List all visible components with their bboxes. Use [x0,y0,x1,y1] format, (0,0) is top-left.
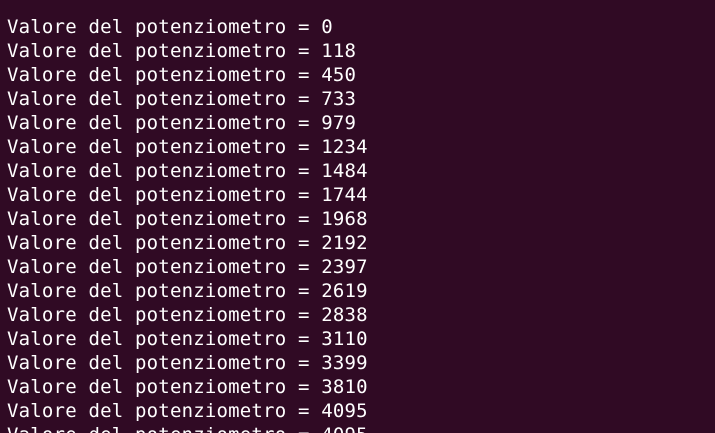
terminal-line: Valore del potenziometro = 1234 [7,136,368,158]
terminal-line: Valore del potenziometro = 1484 [7,160,368,182]
terminal-line: Valore del potenziometro = 733 [7,88,357,110]
terminal-line: Valore del potenziometro = 4095 [7,400,368,422]
terminal-line: Valore del potenziometro = 3399 [7,352,368,374]
terminal-line: Valore del potenziometro = 0 [7,16,333,38]
terminal-line-cutoff [7,0,715,15]
terminal-line: Valore del potenziometro = 3110 [7,328,368,350]
terminal-line: Valore del potenziometro = 2397 [7,256,368,278]
terminal-line: Valore del potenziometro = 118 [7,40,357,62]
terminal-line: Valore del potenziometro = 4095 [7,423,715,433]
terminal-line: Valore del potenziometro = 450 [7,64,357,86]
terminal-line: Valore del potenziometro = 2838 [7,304,368,326]
terminal-line: Valore del potenziometro = 3810 [7,376,368,398]
terminal-line: Valore del potenziometro = 1744 [7,184,368,206]
terminal-line: Valore del potenziometro = 1968 [7,208,368,230]
terminal-line: Valore del potenziometro = 2619 [7,280,368,302]
terminal-window[interactable]: Valore del potenziometro = 0 Valore del … [0,0,715,433]
terminal-output: Valore del potenziometro = 0 Valore del … [7,0,715,433]
terminal-line: Valore del potenziometro = 2192 [7,232,368,254]
terminal-line: Valore del potenziometro = 979 [7,112,357,134]
